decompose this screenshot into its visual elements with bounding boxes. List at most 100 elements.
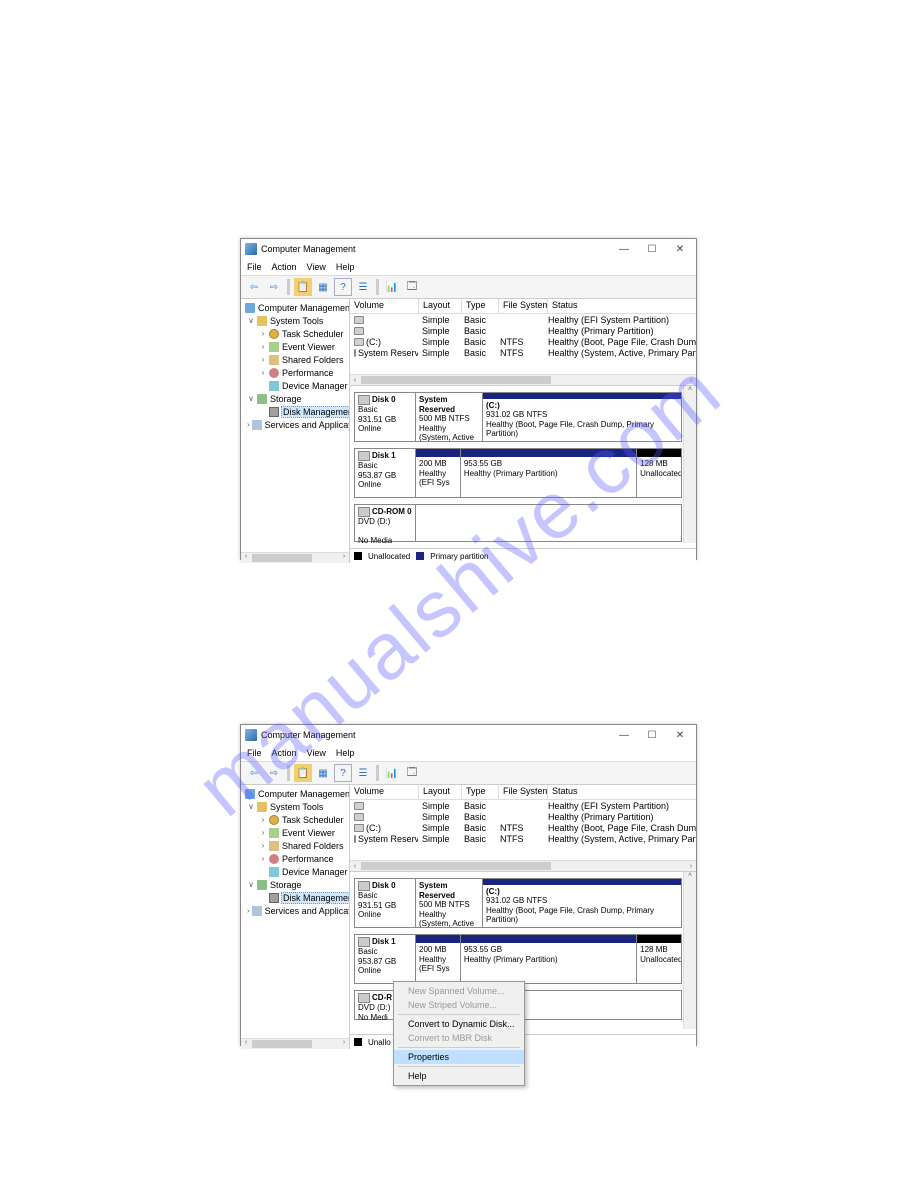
menu-help[interactable]: Help [336, 748, 355, 758]
tree-task-scheduler[interactable]: ›Task Scheduler [241, 813, 349, 826]
expand-icon[interactable]: › [247, 420, 250, 429]
minimize-button[interactable]: — [610, 240, 638, 258]
expand-icon[interactable]: ∨ [247, 316, 255, 325]
expand-icon[interactable]: › [259, 815, 267, 824]
tree-event-viewer[interactable]: ›Event Viewer [241, 826, 349, 839]
maximize-button[interactable]: ☐ [638, 726, 666, 744]
volume-row[interactable]: (C:)SimpleBasicNTFSHealthy (Boot, Page F… [350, 336, 696, 347]
up-button[interactable]: 📋 [294, 764, 312, 782]
list-button[interactable]: ☰ [354, 278, 372, 296]
expand-icon[interactable]: › [259, 854, 267, 863]
tree-disk-management[interactable]: Disk Management [241, 405, 349, 418]
menu-view[interactable]: View [307, 748, 326, 758]
scroll-left-icon[interactable]: ‹ [241, 553, 251, 563]
disk-row[interactable]: Disk 1Basic953.87 GBOnline200 MBHealthy … [354, 448, 682, 498]
disk-row[interactable]: Disk 0Basic931.51 GBOnlineSystem Reserve… [354, 878, 682, 928]
tree-system-tools[interactable]: ∨System Tools [241, 800, 349, 813]
expand-icon[interactable]: › [259, 368, 267, 377]
tree-performance[interactable]: ›Performance [241, 366, 349, 379]
menu-file[interactable]: File [247, 748, 262, 758]
tree-storage[interactable]: ∨Storage [241, 392, 349, 405]
volume-row[interactable]: SimpleBasicHealthy (Primary Partition) [350, 325, 696, 336]
help-button[interactable]: ? [334, 764, 352, 782]
minimize-button[interactable]: — [610, 726, 638, 744]
forward-button[interactable]: ⇨ [265, 278, 283, 296]
list-button[interactable]: ☰ [354, 764, 372, 782]
scroll-right-icon[interactable]: › [339, 1039, 349, 1049]
partition[interactable]: (C:)931.02 GB NTFSHealthy (Boot, Page Fi… [483, 879, 681, 927]
graphical-vscrollbar[interactable]: ˄ [683, 386, 696, 543]
context-menu-item[interactable]: Properties [394, 1050, 524, 1064]
maximize-button[interactable]: ☐ [638, 240, 666, 258]
volume-row[interactable]: SimpleBasicHealthy (Primary Partition) [350, 811, 696, 822]
col-volume[interactable]: Volume [350, 785, 419, 799]
settings-icon[interactable]: 📊 [383, 278, 401, 296]
col-layout[interactable]: Layout [419, 785, 462, 799]
tree-hscrollbar[interactable]: ‹ › [241, 1038, 349, 1049]
scroll-thumb[interactable] [252, 1040, 312, 1048]
scroll-left-icon[interactable]: ‹ [350, 377, 360, 384]
tree-root[interactable]: Computer Management (Lo [241, 787, 349, 800]
menu-action[interactable]: Action [272, 748, 297, 758]
partition[interactable]: 953.55 GBHealthy (Primary Partition) [461, 935, 637, 983]
menu-view[interactable]: View [307, 262, 326, 272]
expand-icon[interactable]: ∨ [247, 394, 255, 403]
help-button[interactable]: ? [334, 278, 352, 296]
expand-icon[interactable]: › [259, 828, 267, 837]
titlebar[interactable]: Computer Management — ☐ ✕ [241, 725, 696, 745]
view-button[interactable]: ▦ [314, 764, 332, 782]
tree-performance[interactable]: ›Performance [241, 852, 349, 865]
tree-task-scheduler[interactable]: ›Task Scheduler [241, 327, 349, 340]
col-status[interactable]: Status [548, 785, 696, 799]
expand-icon[interactable]: › [259, 329, 267, 338]
refresh-icon[interactable]: 🗔 [403, 764, 421, 782]
forward-button[interactable]: ⇨ [265, 764, 283, 782]
expand-icon[interactable]: › [259, 841, 267, 850]
partition[interactable]: 200 MBHealthy (EFI Sys [416, 449, 461, 497]
volume-row[interactable]: SimpleBasicHealthy (EFI System Partition… [350, 314, 696, 325]
tree-shared-folders[interactable]: ›Shared Folders [241, 353, 349, 366]
volume-row[interactable]: (C:)SimpleBasicNTFSHealthy (Boot, Page F… [350, 822, 696, 833]
scroll-thumb[interactable] [252, 554, 312, 562]
scroll-up-icon[interactable]: ˄ [684, 386, 696, 396]
partition[interactable]: 128 MBUnallocated [637, 935, 681, 983]
menu-help[interactable]: Help [336, 262, 355, 272]
col-layout[interactable]: Layout [419, 299, 462, 313]
back-button[interactable]: ⇦ [245, 278, 263, 296]
tree-system-tools[interactable]: ∨System Tools [241, 314, 349, 327]
expand-icon[interactable]: ∨ [247, 880, 255, 889]
refresh-icon[interactable]: 🗔 [403, 278, 421, 296]
menu-action[interactable]: Action [272, 262, 297, 272]
menu-file[interactable]: File [247, 262, 262, 272]
expand-icon[interactable]: › [259, 355, 267, 364]
volume-row[interactable]: System ReservedSimpleBasicNTFSHealthy (S… [350, 833, 696, 844]
tree-hscrollbar[interactable]: ‹ › [241, 552, 349, 563]
expand-icon[interactable]: ∨ [247, 802, 255, 811]
col-type[interactable]: Type [462, 785, 499, 799]
volume-hscrollbar[interactable]: ‹ › [350, 860, 696, 871]
context-menu-item[interactable]: Help [394, 1069, 524, 1083]
expand-icon[interactable]: › [247, 906, 250, 915]
tree-shared-folders[interactable]: ›Shared Folders [241, 839, 349, 852]
scroll-thumb[interactable] [361, 862, 551, 870]
partition[interactable]: System Reserved500 MB NTFSHealthy (Syste… [416, 879, 483, 927]
scroll-left-icon[interactable]: ‹ [241, 1039, 251, 1049]
volume-row[interactable]: SimpleBasicHealthy (EFI System Partition… [350, 800, 696, 811]
view-button[interactable]: ▦ [314, 278, 332, 296]
tree-services[interactable]: ›Services and Application [241, 904, 349, 917]
close-button[interactable]: ✕ [666, 240, 694, 258]
back-button[interactable]: ⇦ [245, 764, 263, 782]
partition[interactable]: 128 MBUnallocated [637, 449, 681, 497]
col-volume[interactable]: Volume [350, 299, 419, 313]
cdrom-row[interactable]: CD-ROM 0 DVD (D:) No Media [354, 504, 682, 542]
tree-device-manager[interactable]: Device Manager [241, 865, 349, 878]
tree-disk-management[interactable]: Disk Management [241, 891, 349, 904]
titlebar[interactable]: Computer Management — ☐ ✕ [241, 239, 696, 259]
tree-storage[interactable]: ∨Storage [241, 878, 349, 891]
scroll-right-icon[interactable]: › [686, 863, 696, 870]
settings-icon[interactable]: 📊 [383, 764, 401, 782]
col-filesystem[interactable]: File System [499, 785, 548, 799]
tree-device-manager[interactable]: Device Manager [241, 379, 349, 392]
scroll-right-icon[interactable]: › [339, 553, 349, 563]
expand-icon[interactable]: › [259, 342, 267, 351]
